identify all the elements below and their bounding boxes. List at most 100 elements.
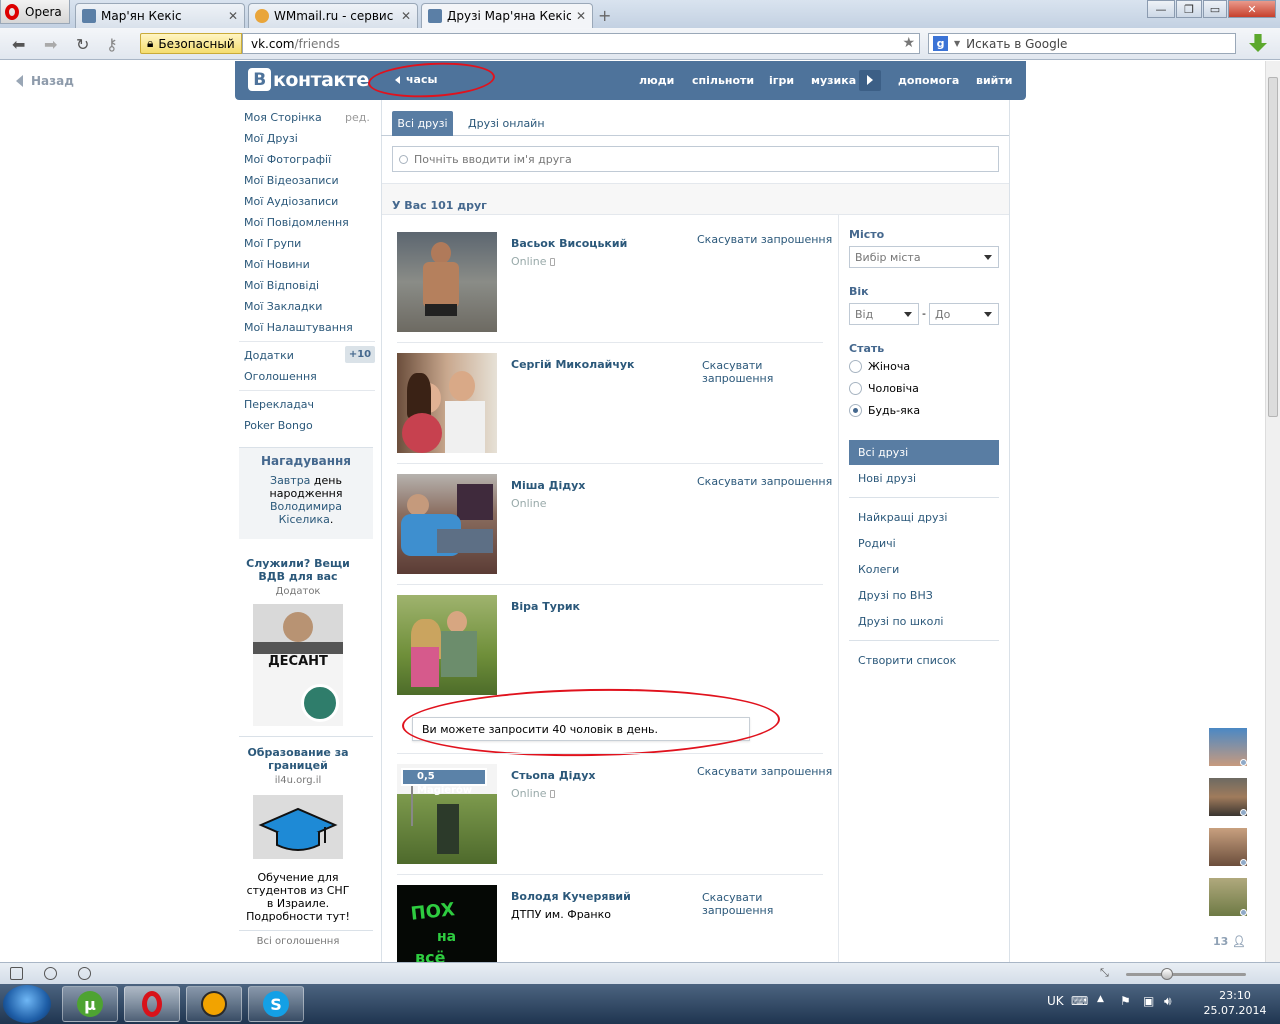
sex-option-female[interactable]: Жіноча [849,360,910,373]
security-badge[interactable]: 🔒︎ Безопасный [140,33,242,54]
friend-photo[interactable]: 0,5 Magierów [397,764,497,864]
aimp-taskbar-button[interactable] [186,986,242,1022]
friend-name[interactable]: Міша Дідух [511,479,585,492]
menu-my-answers[interactable]: Мої Відповіді [244,279,319,292]
menu-my-bookmarks[interactable]: Мої Закладки [244,300,322,313]
friend-name[interactable]: Сергій Миколайчук [511,358,635,371]
list-university-friends[interactable]: Друзі по ВНЗ [858,589,933,602]
reload-icon[interactable]: ↻ [76,35,89,54]
city-select[interactable]: Вибір міста [849,246,999,268]
cancel-invitation-link[interactable]: Скасувати запрошення [702,891,782,917]
scrollbar-thumb[interactable] [1268,77,1278,417]
ad-2-image[interactable] [253,795,343,859]
restore-button[interactable]: ❐ [1176,0,1202,18]
menu-my-videos[interactable]: Мої Відеозаписи [244,174,339,187]
reminder-date-link[interactable]: Завтра [270,474,310,487]
start-button[interactable] [3,985,51,1023]
minimize-button[interactable]: — [1147,0,1175,18]
nav-people[interactable]: люди [639,74,674,87]
nav-games[interactable]: ігри [769,74,794,87]
key-icon[interactable]: ⚷ [106,35,118,54]
tab-all-friends[interactable]: Всі друзі [392,111,453,136]
list-new-friends[interactable]: Нові друзі [858,472,916,485]
list-relatives[interactable]: Родичі [858,537,896,550]
ad-1-title[interactable]: Служили? Вещи ВДВ для вас [239,557,357,583]
opera-menu-button[interactable]: Opera [0,0,70,24]
close-icon[interactable]: ✕ [228,9,238,23]
menu-my-page[interactable]: Моя Сторінка [244,111,322,124]
restore-tab-button[interactable]: ▭ [1203,0,1227,18]
friend-photo[interactable] [397,353,497,453]
cancel-invitation-link[interactable]: Скасувати запрошення [697,765,832,778]
friend-photo[interactable] [397,474,497,574]
radio-button[interactable] [849,382,862,395]
taskbar-clock[interactable]: 23:10 25.07.2014 [1200,988,1270,1018]
menu-apps[interactable]: Додатки [244,349,294,362]
all-ads-link[interactable]: Всі оголошення [239,936,357,947]
tray-expand-icon[interactable]: ▲ [1097,994,1104,1004]
nav-logout[interactable]: вийти [976,74,1012,87]
list-school-friends[interactable]: Друзі по школі [858,615,943,628]
sex-option-male[interactable]: Чоловіча [849,382,919,395]
vk-logo[interactable]: В контакте [248,68,369,91]
google-icon[interactable]: g [933,36,948,51]
menu-my-settings[interactable]: Мої Налаштування [244,321,353,334]
tab-friends-online[interactable]: Друзі онлайн [468,117,545,130]
chevron-down-icon[interactable]: ▼ [954,39,960,48]
opera-taskbar-button[interactable] [124,986,180,1022]
utorrent-taskbar-button[interactable]: µ [62,986,118,1022]
new-tab-button[interactable]: + [598,6,611,25]
volume-icon[interactable]: 🔊︎ [1164,994,1172,1009]
list-colleagues[interactable]: Колеги [858,563,899,576]
vertical-scrollbar[interactable] [1265,61,1280,962]
search-field[interactable]: g ▼ Искать в Google [928,33,1236,54]
menu-translator[interactable]: Перекладач [244,398,314,411]
cancel-invitation-link[interactable]: Скасувати запрошення [697,475,832,488]
zoom-slider-knob[interactable] [1161,968,1173,980]
panel-toggle-icon[interactable] [10,967,23,980]
nav-communities[interactable]: спільноти [692,74,754,87]
list-all-friends[interactable]: Всі друзі [849,440,999,465]
friend-photo[interactable] [397,232,497,332]
menu-my-groups[interactable]: Мої Групи [244,237,301,250]
friend-name[interactable]: Васьок Висоцький [511,237,627,250]
list-best-friends[interactable]: Найкращі друзі [858,511,947,524]
menu-my-audio[interactable]: Мої Аудіозаписи [244,195,338,208]
menu-ads[interactable]: Оголошення [244,370,317,383]
menu-my-messages[interactable]: Мої Повідомлення [244,216,349,229]
friend-photo[interactable] [397,595,497,695]
back-link[interactable]: Назад [16,74,74,88]
browser-tab-2[interactable]: WMmail.ru - сервис п... ✕ [248,3,418,28]
skype-taskbar-button[interactable]: S [248,986,304,1022]
apps-count-badge[interactable]: +10 [345,346,375,363]
keyboard-icon[interactable]: ⌨ [1071,994,1088,1008]
url-field[interactable]: vk.com/friends ★ [242,33,920,54]
menu-poker-bongo[interactable]: Poker Bongo [244,419,313,432]
radio-button-selected[interactable] [849,404,862,417]
age-from-select[interactable]: Від [849,303,919,325]
music-play-button[interactable] [859,70,881,91]
action-center-flag-icon[interactable]: ⚑ [1120,994,1131,1008]
friend-search-input[interactable]: Почніть вводити ім'я друга [392,146,999,172]
cancel-invitation-link[interactable]: Скасувати запрошення [697,233,832,246]
ad-1-image[interactable]: ДЕСАНТ [253,604,343,726]
close-window-button[interactable]: ✕ [1228,0,1276,18]
friend-name[interactable]: Володя Кучерявий [511,890,631,903]
download-icon[interactable] [1249,34,1267,52]
cancel-invitation-link[interactable]: Скасувати запрошення [702,359,782,385]
friend-name[interactable]: Віра Турик [511,600,580,613]
age-to-select[interactable]: До [929,303,999,325]
nav-help[interactable]: допомога [898,74,959,87]
menu-my-friends[interactable]: Мої Друзі [244,132,298,145]
bookmark-star-icon[interactable]: ★ [902,35,915,51]
menu-my-photos[interactable]: Мої Фотографії [244,153,331,166]
network-icon[interactable]: ▣ [1143,994,1154,1008]
nav-music[interactable]: музика [811,74,856,87]
cloud-icon[interactable] [44,967,57,980]
close-icon[interactable]: ✕ [576,9,586,23]
radio-button[interactable] [849,360,862,373]
speed-dial-icon[interactable] [78,967,91,980]
ad-2-title[interactable]: Образование за границей [242,746,354,772]
menu-edit-link[interactable]: ред. [345,111,370,124]
browser-tab-1[interactable]: Мар'ян Кекіс ✕ [75,3,245,28]
